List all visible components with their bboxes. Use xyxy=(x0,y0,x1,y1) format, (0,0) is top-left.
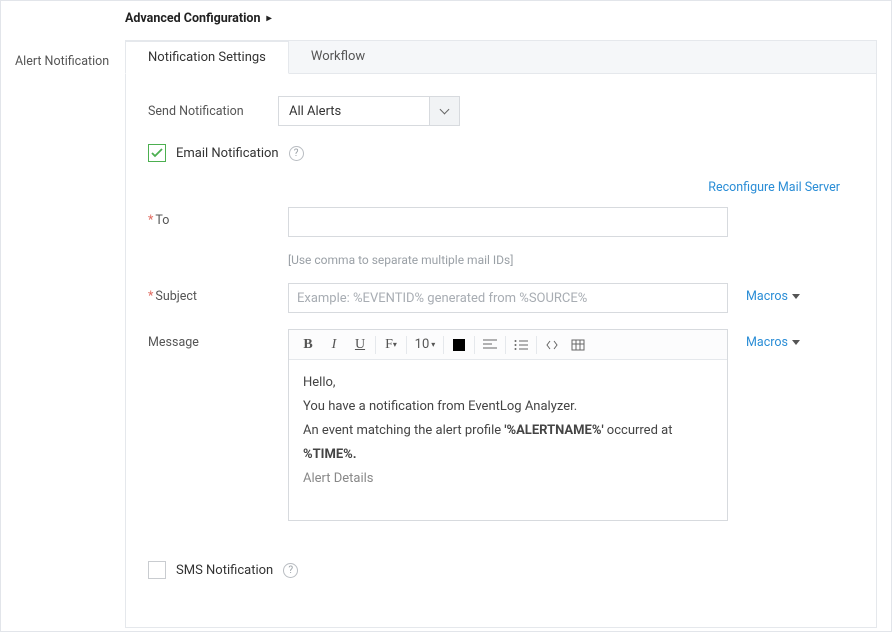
panel-notification-settings: Send Notification All Alerts Email Notif… xyxy=(125,74,877,628)
section-label-alert-notification: Alert Notification xyxy=(15,40,125,69)
tab-workflow[interactable]: Workflow xyxy=(289,41,387,74)
chevron-down-icon xyxy=(440,105,450,115)
email-notification-label: Email Notification xyxy=(176,146,279,161)
advanced-config-header[interactable]: Advanced Configuration ▸ xyxy=(125,11,877,26)
underline-button[interactable]: U xyxy=(347,333,373,357)
help-icon[interactable]: ? xyxy=(289,146,304,161)
color-button[interactable] xyxy=(446,333,472,357)
macros-link-subject[interactable]: Macros xyxy=(746,283,800,304)
table-icon xyxy=(571,339,585,351)
bold-button[interactable]: B xyxy=(295,333,321,357)
to-hint: [Use comma to separate multiple mail IDs… xyxy=(288,253,854,267)
table-button[interactable] xyxy=(565,333,591,357)
macros-link-message[interactable]: Macros xyxy=(746,329,800,350)
list-icon xyxy=(514,339,528,351)
advanced-config-label: Advanced Configuration xyxy=(125,11,260,26)
caret-down-icon xyxy=(792,294,800,299)
required-asterisk: * xyxy=(148,289,153,304)
align-left-icon xyxy=(483,339,497,351)
send-notification-select[interactable]: All Alerts xyxy=(278,96,460,126)
message-editor: B I U F▾ 10▾ xyxy=(288,329,728,521)
code-button[interactable] xyxy=(539,333,565,357)
subject-label: *Subject xyxy=(148,283,288,304)
caret-down-icon xyxy=(792,340,800,345)
tab-notification-settings[interactable]: Notification Settings xyxy=(125,41,289,74)
send-notification-value: All Alerts xyxy=(279,104,429,119)
to-label: *To xyxy=(148,207,288,228)
sms-notification-label: SMS Notification xyxy=(176,563,273,578)
editor-toolbar: B I U F▾ 10▾ xyxy=(289,330,727,360)
font-button[interactable]: F▾ xyxy=(378,333,404,357)
send-notification-dropdown-button[interactable] xyxy=(429,97,459,125)
align-button[interactable] xyxy=(477,333,503,357)
check-icon xyxy=(151,148,163,158)
help-icon[interactable]: ? xyxy=(283,563,298,578)
sms-notification-checkbox[interactable] xyxy=(148,561,166,579)
italic-button[interactable]: I xyxy=(321,333,347,357)
color-swatch-icon xyxy=(453,339,465,351)
required-asterisk: * xyxy=(148,213,153,228)
message-body[interactable]: Hello, You have a notification from Even… xyxy=(289,360,727,520)
to-input[interactable] xyxy=(288,207,728,237)
list-button[interactable] xyxy=(508,333,534,357)
reconfigure-mail-server-link[interactable]: Reconfigure Mail Server xyxy=(148,180,840,195)
chevron-right-icon: ▸ xyxy=(266,13,271,24)
subject-input[interactable] xyxy=(288,283,728,313)
tabs: Notification Settings Workflow xyxy=(125,40,877,74)
send-notification-label: Send Notification xyxy=(148,104,278,119)
message-label: Message xyxy=(148,329,288,350)
email-notification-checkbox[interactable] xyxy=(148,144,166,162)
code-icon xyxy=(545,339,559,351)
font-size-button[interactable]: 10▾ xyxy=(409,333,441,357)
